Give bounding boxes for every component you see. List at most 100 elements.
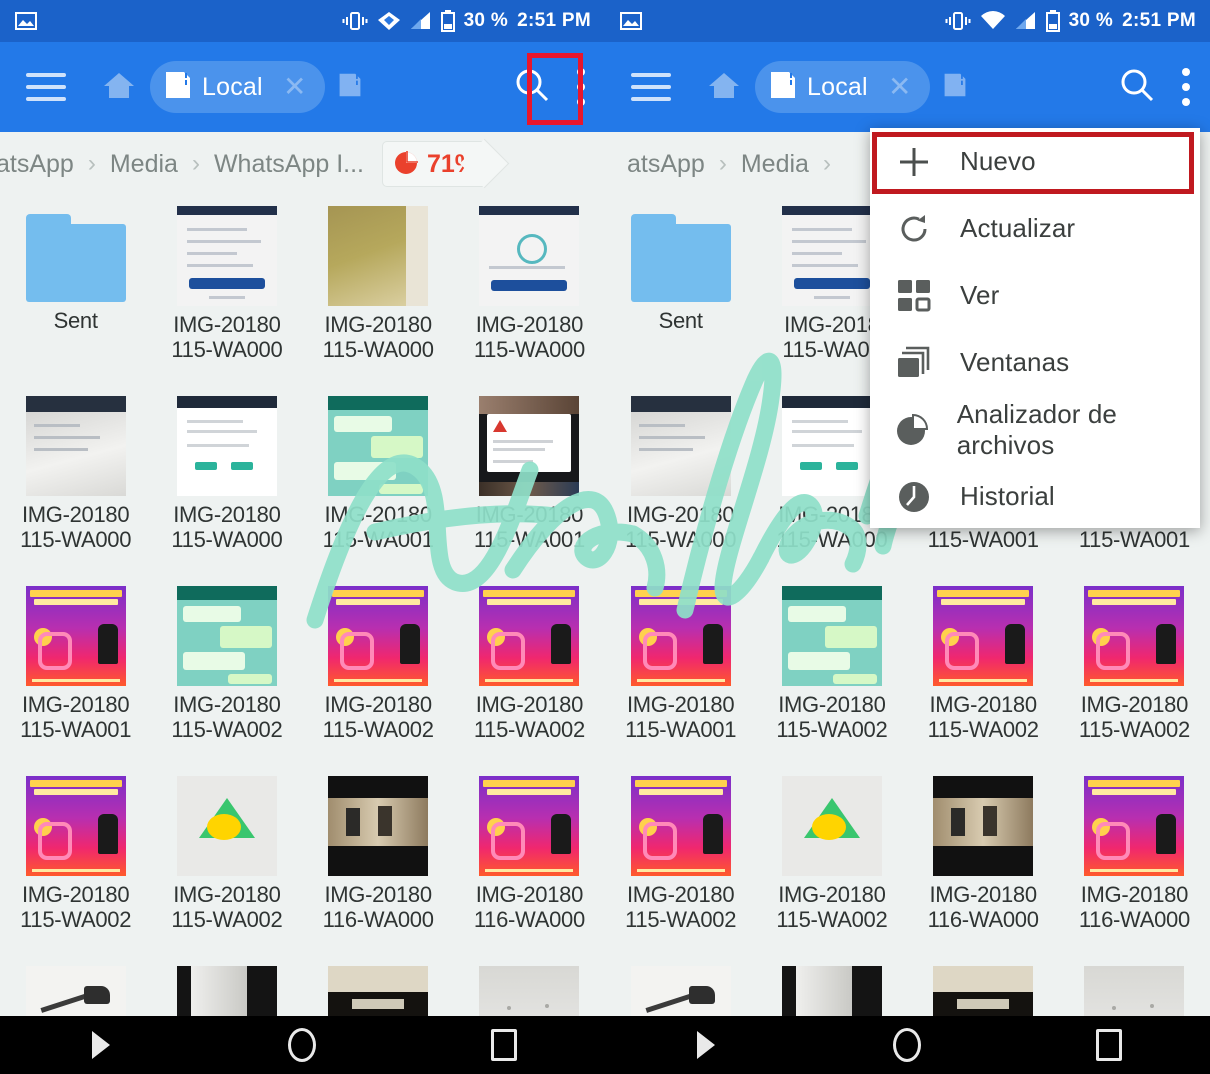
file-item[interactable]: IMG-20180 115-WA001 [303,386,454,576]
file-item[interactable]: IMG-20180 115-WA002 [908,576,1059,766]
sdcard-icon [769,70,797,105]
file-thumbnail [781,396,882,496]
menu-item-historial[interactable]: Historial [870,463,1200,530]
file-item[interactable]: IMG-20180 116-WA000 [303,766,454,956]
toolbar-actions-right [1118,66,1190,109]
home-circle-icon[interactable] [877,1025,937,1065]
file-grid-row: IMG-20180 115-WA000 IMG-20180 115-WA000 IM… [0,386,605,576]
back-triangle-icon[interactable] [71,1025,131,1065]
recents-square-icon[interactable] [1079,1025,1139,1065]
hamburger-icon[interactable] [631,73,671,101]
file-item[interactable]: IMG-20180 115-WA002 [1059,576,1210,766]
file-thumbnail [1084,776,1185,876]
recents-square-icon[interactable] [474,1025,534,1065]
menu-item-label: Nuevo [960,146,1036,176]
refresh-icon [894,209,934,249]
vpn-diamond-icon [377,12,400,30]
windows-stack-icon [894,343,934,383]
file-item[interactable]: IMG-20180 115-WA001 [0,576,151,766]
secondary-sdcard-icon[interactable] [942,72,968,103]
file-grid-row: IMG-20180 115-WA002 IMG-20180 115-WA002 IM… [605,766,1210,956]
signal-icon [410,12,430,29]
storage-tab-local[interactable]: Local ✕ [755,61,930,113]
file-item[interactable]: IMG-20180 115-WA000 [151,196,302,386]
file-item[interactable]: IMG-20180 115-WA002 [605,766,756,956]
file-item[interactable]: IMG-20180 115-WA002 [0,766,151,956]
back-triangle-icon[interactable] [676,1025,736,1065]
file-name-label: IMG-2018 115-WA00 [782,312,882,363]
file-thumbnail [328,586,429,686]
file-item[interactable]: IMG-20180 115-WA000 [605,386,756,576]
signal-icon [1015,12,1035,29]
menu-item-nuevo[interactable]: Nuevo [870,128,1200,195]
home-icon[interactable] [707,69,741,106]
file-item[interactable]: IMG-20180 115-WA002 [303,576,454,766]
menu-item-ventanas[interactable]: Ventanas [870,329,1200,396]
menu-item-ver[interactable]: Ver [870,262,1200,329]
storage-usage-percent: 71% [427,149,478,178]
hamburger-icon[interactable] [26,73,66,101]
file-name-label: IMG-20180 115-WA002 [473,692,585,743]
menu-item-label: Actualizar [960,213,1076,243]
file-item[interactable]: IMG-20180 116-WA000 [1059,766,1210,956]
secondary-sdcard-icon[interactable] [337,72,363,103]
breadcrumb-item-0[interactable]: atsApp [0,150,74,179]
file-item[interactable]: IMG-20180 116-WA000 [908,766,1059,956]
close-icon[interactable]: ✕ [880,73,920,101]
breadcrumb-item-1[interactable]: Media [741,150,809,179]
breadcrumb-item-1[interactable]: Media [110,150,178,179]
file-name-label: IMG-20180 115-WA000 [171,502,283,553]
battery-percent-label: 30 % [1068,10,1114,31]
file-item[interactable]: IMG-20180 115-WA002 [454,576,605,766]
file-item[interactable]: IMG-20180 116-WA000 [454,766,605,956]
folder-item[interactable]: Sent [605,196,756,386]
file-thumbnail [328,396,429,496]
close-icon[interactable]: ✕ [275,73,315,101]
battery-icon [440,10,455,32]
folder-item[interactable]: Sent [0,196,151,386]
status-bar-right-cluster-right: 30 % 2:51 PM [945,10,1196,32]
file-thumbnail [328,206,429,306]
file-name-label: IMG-20180 116-WA000 [473,882,585,933]
file-thumbnail [328,776,429,876]
storage-usage-badge[interactable]: 71% [382,141,489,187]
menu-item-label: Ver [960,280,1000,310]
file-name-label: IMG-20180 116-WA000 [927,882,1039,933]
file-name-label: IMG-20180 115-WA000 [322,312,434,363]
home-icon[interactable] [102,69,136,106]
file-item[interactable]: IMG-20180 115-WA000 [151,386,302,576]
file-item[interactable]: IMG-20180 115-WA000 [454,196,605,386]
phone-screenshot-left: 30 % 2:51 PM Local ✕ atsApp › Media › Wh… [0,0,605,1074]
menu-item-analizador-de-archivos[interactable]: Analizador de archivos [870,396,1200,463]
wifi-icon [980,11,1005,29]
file-item[interactable]: IMG-20180 115-WA002 [756,766,907,956]
chevron-right-icon: › [87,150,96,177]
breadcrumb-item-0[interactable]: atsApp [627,150,705,179]
menu-item-actualizar[interactable]: Actualizar [870,195,1200,262]
file-thumbnail [176,396,277,496]
file-item[interactable]: IMG-20180 115-WA002 [151,766,302,956]
file-item[interactable]: IMG-20180 115-WA002 [151,576,302,766]
file-item[interactable]: IMG-20180 115-WA001 [605,576,756,766]
file-name-label: Sent [53,308,98,333]
file-name-label: IMG-20180 115-WA002 [171,692,283,743]
storage-tab-local[interactable]: Local ✕ [150,61,325,113]
status-bar-left-icons-right [619,9,643,33]
search-icon[interactable] [1118,66,1156,109]
battery-percent-label: 30 % [463,10,509,31]
file-thumbnail [176,586,277,686]
file-item[interactable]: IMG-20180 115-WA002 [756,576,907,766]
menu-item-label: Analizador de archivos [956,398,1117,460]
file-thumbnail [630,776,731,876]
file-grid-row: IMG-20180 115-WA001 IMG-20180 115-WA002 IM… [605,576,1210,766]
file-name-label: IMG-20180 115-WA002 [20,882,132,933]
app-screen: 30 % 2:51 PM Local ✕ atsApp › Media › Wh… [0,0,1210,1074]
status-bar-right: 30 % 2:51 PM [605,0,1210,42]
three-dots-icon[interactable] [1182,68,1190,106]
breadcrumb-item-2[interactable]: WhatsApp I... [214,150,364,179]
home-circle-icon[interactable] [272,1025,332,1065]
file-name-label: IMG-20180 115-WA001 [625,692,737,743]
file-item[interactable]: IMG-20180 115-WA000 [0,386,151,576]
file-item[interactable]: IMG-20180 115-WA001 [454,386,605,576]
file-item[interactable]: IMG-20180 115-WA000 [303,196,454,386]
